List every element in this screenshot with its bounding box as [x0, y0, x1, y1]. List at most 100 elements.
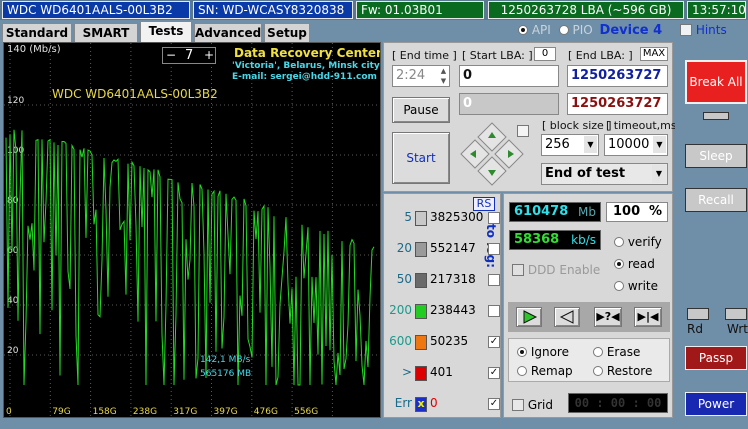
current-position-readout: 565176 MB: [200, 369, 252, 379]
log-checkbox[interactable]: [488, 274, 500, 286]
mode-write[interactable]: write: [614, 279, 658, 293]
x-tick-label: 476G: [254, 407, 278, 417]
pad-enable-checkbox[interactable]: [517, 125, 529, 137]
access-time-histogram: RS to log: 5 3825300 20 552147 50 217318 200 23…: [383, 193, 501, 418]
x-tick-label: 556G: [294, 407, 318, 417]
histogram-color-swatch: x: [415, 397, 427, 412]
tab-advanced[interactable]: Advanced: [194, 23, 262, 42]
action-restore[interactable]: Restore: [593, 364, 652, 378]
stepper-minus-button[interactable]: −: [166, 48, 176, 63]
side-controls: Break All Sleep Recall Rd Wrt Passp Powe…: [675, 42, 748, 429]
speed-value: 58368: [514, 232, 560, 247]
start-lba-input[interactable]: 0: [459, 65, 559, 87]
end-lba-max-button[interactable]: MAX: [640, 47, 668, 61]
x-tick-label: 317G: [173, 407, 197, 417]
read-indicator-label: Rd: [687, 322, 703, 336]
y-tick-label: 40: [7, 296, 19, 306]
end-lba-readout: 1250263727: [567, 93, 668, 115]
histogram-threshold: Err: [394, 396, 412, 410]
stepper-value: 7: [185, 48, 194, 63]
log-checkbox[interactable]: [488, 243, 500, 255]
status-bar: WDC WD6401AALS-00L3B2 SN: WD-WCASY832083…: [0, 0, 748, 20]
play-forward-button[interactable]: [516, 307, 542, 327]
break-all-button[interactable]: Break All: [685, 60, 747, 104]
hints-checkbox[interactable]: [680, 24, 692, 36]
pio-radio[interactable]: [558, 25, 569, 35]
action-remap[interactable]: Remap: [517, 364, 573, 378]
end-mode-chevron-down-icon[interactable]: ▼: [652, 165, 666, 183]
start-lba-label: [ Start LBA: ]: [462, 49, 533, 62]
serial-number: SN: WD-WCASY8320838: [193, 1, 353, 19]
y-tick-label: 120: [7, 96, 24, 106]
histogram-threshold: 20: [396, 241, 412, 255]
pause-button[interactable]: Pause: [392, 97, 450, 123]
histogram-color-swatch: [415, 335, 427, 350]
histogram-count: 238443: [430, 303, 476, 317]
recovery-center-location: 'Victoria', Belarus, Minsk city: [232, 61, 380, 71]
ddd-enable-option[interactable]: DDD Enable: [512, 263, 600, 277]
x-tick-label: 158G: [93, 407, 117, 417]
tab-standard[interactable]: Standard: [2, 23, 72, 42]
end-mode-select[interactable]: End of test: [541, 163, 668, 185]
start-lba-zero-button[interactable]: 0: [534, 47, 556, 61]
speed-display: 58368 kb/s: [509, 230, 601, 250]
write-indicator-label: Wrt: [727, 322, 748, 336]
power-button[interactable]: Power: [685, 392, 747, 416]
mode-read[interactable]: read: [614, 257, 655, 271]
random-seek-icon: ▶?◀: [596, 310, 620, 323]
sleep-button[interactable]: Sleep: [685, 144, 747, 168]
log-checkbox[interactable]: ✓: [488, 336, 500, 348]
histogram-count: 217318: [430, 272, 476, 286]
mode-verify[interactable]: verify: [614, 235, 662, 249]
tab-setup[interactable]: Setup: [264, 23, 310, 42]
timeout-chevron-down-icon[interactable]: ▼: [653, 136, 666, 153]
api-label: API: [531, 23, 551, 37]
histogram-count: 552147: [430, 241, 476, 255]
block-size-chevron-down-icon[interactable]: ▼: [584, 136, 597, 153]
butterfly-button[interactable]: ▶|◀: [634, 307, 662, 327]
device-label[interactable]: Device 4: [600, 23, 663, 38]
log-checkbox[interactable]: ✓: [488, 367, 500, 379]
histogram-threshold: >: [401, 365, 412, 379]
tab-smart[interactable]: SMART: [74, 23, 138, 42]
butterfly-icon: ▶|◀: [637, 310, 659, 323]
current-lba-field: 0: [459, 93, 559, 115]
processed-mb-value: 610478: [514, 204, 569, 219]
histogram-color-swatch: [415, 242, 427, 257]
test-stats-panel: 610478 Mb 100 % 58368 kb/s verify DDD En…: [503, 193, 673, 418]
password-button[interactable]: Passp: [685, 346, 747, 370]
random-seek-button[interactable]: ▶?◀: [594, 307, 622, 327]
log-checkbox[interactable]: [488, 305, 500, 317]
speed-graph: 120 100 80 60 40 20 0 79G 158G 238G 317G 397G 476G 55…: [3, 42, 381, 418]
start-button[interactable]: Start: [392, 132, 450, 184]
action-erase[interactable]: Erase: [593, 345, 640, 359]
histogram-color-swatch: [415, 304, 427, 319]
break-indicator: [703, 112, 729, 120]
clock: 13:57:10: [687, 1, 746, 19]
recall-button[interactable]: Recall: [685, 188, 747, 212]
histogram-color-swatch: [415, 273, 427, 288]
end-time-spinner-icon[interactable]: ▲ ▼: [438, 66, 449, 86]
tab-strip: Standard SMART Tests Advanced Setup API …: [0, 20, 748, 42]
histogram-count: 401: [430, 365, 453, 379]
recovery-center-title: Data Recovery Center:: [234, 46, 381, 60]
histogram-count: 0: [430, 396, 438, 410]
recovery-center-email[interactable]: E-mail: sergei@hdd-911.com: [232, 72, 377, 82]
api-radio[interactable]: [518, 25, 528, 35]
grid-toggle[interactable]: Grid: [512, 398, 553, 412]
direction-pad: [460, 122, 524, 186]
play-backward-button[interactable]: [554, 307, 580, 327]
action-ignore[interactable]: Ignore: [517, 345, 569, 359]
end-lba-label: [ End LBA: ]: [568, 49, 633, 62]
timeout-label: [ timeout,ms ]: [606, 119, 685, 132]
tab-tests[interactable]: Tests: [140, 21, 192, 42]
histogram-threshold: 50: [396, 272, 412, 286]
current-speed-readout: 142,1 MB/s: [200, 355, 251, 365]
progress-percent-value: 100: [613, 204, 641, 219]
end-lba-input[interactable]: 1250263727: [567, 65, 668, 87]
firmware-version: Fw: 01.03B01: [356, 1, 484, 19]
stepper-plus-button[interactable]: +: [204, 48, 214, 63]
log-checkbox[interactable]: ✓: [488, 398, 500, 410]
reset-stats-button[interactable]: RS: [473, 197, 495, 211]
log-checkbox[interactable]: [488, 212, 500, 224]
